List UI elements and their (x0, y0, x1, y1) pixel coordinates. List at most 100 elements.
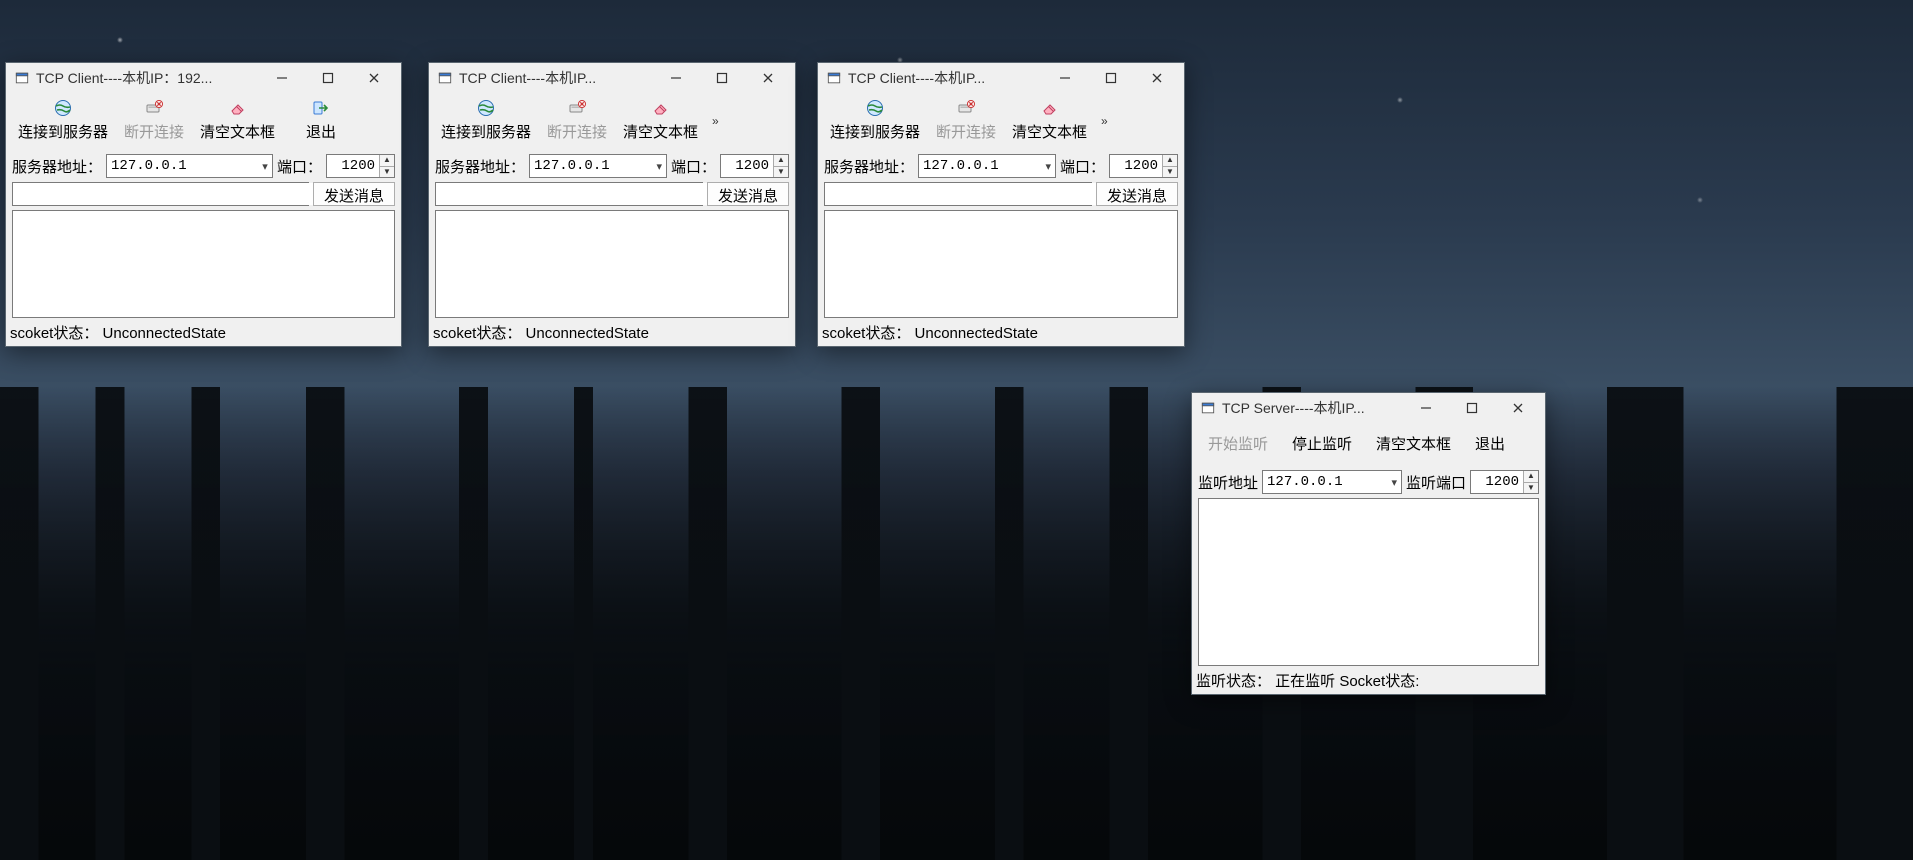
eraser-icon (229, 99, 247, 117)
spin-down-button[interactable]: ▼ (1524, 483, 1538, 494)
listen-port-spinbox[interactable]: ▲ ▼ (1470, 470, 1539, 494)
port-spinbox[interactable]: ▲ ▼ (720, 154, 789, 178)
window-close-button[interactable] (745, 63, 791, 93)
stop-listen-button[interactable]: 停止监听 (1282, 427, 1362, 460)
window-minimize-button[interactable] (1042, 63, 1088, 93)
status-bar: scoket状态： UnconnectedState (429, 320, 795, 346)
message-input[interactable] (825, 183, 1099, 205)
titlebar[interactable]: TCP Server----本机IP... (1192, 393, 1545, 423)
connect-button[interactable]: 连接到服务器 (824, 97, 926, 144)
titlebar[interactable]: TCP Client----本机IP... (818, 63, 1184, 93)
window-minimize-button[interactable] (259, 63, 305, 93)
message-input[interactable] (13, 183, 316, 205)
clear-button[interactable]: 清空文本框 (617, 97, 704, 144)
window-minimize-button[interactable] (1403, 393, 1449, 423)
window-maximize-button[interactable] (305, 63, 351, 93)
window-close-button[interactable] (1134, 63, 1180, 93)
clear-button[interactable]: 清空文本框 (1366, 427, 1461, 460)
port-spinbox[interactable]: ▲ ▼ (1109, 154, 1178, 178)
app-icon (14, 70, 30, 86)
disconnect-icon (145, 99, 163, 117)
spin-down-button[interactable]: ▼ (1163, 167, 1177, 178)
window-maximize-button[interactable] (699, 63, 745, 93)
spin-up-button[interactable]: ▲ (1524, 471, 1538, 483)
window-close-button[interactable] (351, 63, 397, 93)
server-address-input[interactable] (919, 155, 1042, 177)
window-title: TCP Client----本机IP：192... (36, 68, 259, 88)
server-address-combo[interactable]: ▾ (529, 154, 667, 178)
chevron-down-icon[interactable]: ▾ (1042, 160, 1055, 173)
server-address-combo[interactable]: ▾ (918, 154, 1056, 178)
eraser-icon (652, 99, 670, 117)
log-textarea[interactable] (824, 210, 1178, 318)
exit-icon (312, 99, 330, 117)
connect-button[interactable]: 连接到服务器 (12, 97, 114, 144)
message-input[interactable] (436, 183, 710, 205)
exit-button[interactable]: 退出 (285, 97, 357, 144)
exit-button[interactable]: 退出 (1465, 427, 1515, 460)
tcp-client-window: TCP Client----本机IP... 连接到服务器 断开连接 (428, 62, 796, 347)
stop-listen-label: 停止监听 (1292, 433, 1352, 454)
port-label: 端口： (1060, 156, 1105, 177)
clear-label: 清空文本框 (623, 121, 698, 142)
clear-button[interactable]: 清空文本框 (194, 97, 281, 144)
toolbar-overflow-button[interactable]: » (708, 115, 723, 127)
listen-address-combo[interactable]: ▾ (1262, 470, 1402, 494)
listen-address-input[interactable] (1263, 471, 1387, 493)
server-address-input[interactable] (107, 155, 258, 177)
chevron-down-icon[interactable]: ▾ (1387, 476, 1401, 489)
send-button[interactable]: 发送消息 (1096, 182, 1178, 206)
window-maximize-button[interactable] (1088, 63, 1134, 93)
log-textarea[interactable] (1198, 498, 1539, 666)
titlebar[interactable]: TCP Client----本机IP：192... (6, 63, 401, 93)
message-input-wrapper (824, 182, 1092, 206)
toolbar: 连接到服务器 断开连接 清空文本框 » (818, 93, 1184, 150)
port-input[interactable] (327, 155, 379, 177)
window-title: TCP Client----本机IP... (848, 68, 1042, 88)
spin-up-button[interactable]: ▲ (774, 155, 788, 167)
window-maximize-button[interactable] (1449, 393, 1495, 423)
server-address-input[interactable] (530, 155, 653, 177)
chevron-down-icon[interactable]: ▾ (653, 160, 666, 173)
log-textarea[interactable] (435, 210, 789, 318)
server-address-label: 服务器地址： (824, 156, 914, 177)
port-input[interactable] (721, 155, 773, 177)
clear-button[interactable]: 清空文本框 (1006, 97, 1093, 144)
spin-up-button[interactable]: ▲ (380, 155, 394, 167)
disconnect-button[interactable]: 断开连接 (930, 97, 1002, 144)
listen-port-input[interactable] (1471, 471, 1523, 493)
message-input-wrapper (12, 182, 309, 206)
log-textarea[interactable] (12, 210, 395, 318)
start-listen-button[interactable]: 开始监听 (1198, 427, 1278, 460)
send-button[interactable]: 发送消息 (313, 182, 395, 206)
connect-button[interactable]: 连接到服务器 (435, 97, 537, 144)
server-address-label: 服务器地址： (435, 156, 525, 177)
window-close-button[interactable] (1495, 393, 1541, 423)
port-spinbox[interactable]: ▲ ▼ (326, 154, 395, 178)
server-address-combo[interactable]: ▾ (106, 154, 273, 178)
status-bar: scoket状态： UnconnectedState (6, 320, 401, 346)
connect-label: 连接到服务器 (830, 121, 920, 142)
titlebar[interactable]: TCP Client----本机IP... (429, 63, 795, 93)
toolbar-overflow-button[interactable]: » (1097, 115, 1112, 127)
disconnect-icon (957, 99, 975, 117)
spin-down-button[interactable]: ▼ (774, 167, 788, 178)
spin-down-button[interactable]: ▼ (380, 167, 394, 178)
chevron-down-icon[interactable]: ▾ (258, 160, 272, 173)
spin-up-button[interactable]: ▲ (1163, 155, 1177, 167)
disconnect-icon (568, 99, 586, 117)
disconnect-label: 断开连接 (547, 121, 607, 142)
connect-label: 连接到服务器 (18, 121, 108, 142)
send-button[interactable]: 发送消息 (707, 182, 789, 206)
app-icon (826, 70, 842, 86)
disconnect-button[interactable]: 断开连接 (541, 97, 613, 144)
toolbar: 连接到服务器 断开连接 清空文本框 退出 (6, 93, 401, 150)
toolbar: 连接到服务器 断开连接 清空文本框 » (429, 93, 795, 150)
disconnect-button[interactable]: 断开连接 (118, 97, 190, 144)
connect-label: 连接到服务器 (441, 121, 531, 142)
exit-label: 退出 (1475, 433, 1505, 454)
toolbar: 开始监听 停止监听 清空文本框 退出 (1192, 423, 1545, 466)
window-minimize-button[interactable] (653, 63, 699, 93)
port-input[interactable] (1110, 155, 1162, 177)
app-icon (437, 70, 453, 86)
